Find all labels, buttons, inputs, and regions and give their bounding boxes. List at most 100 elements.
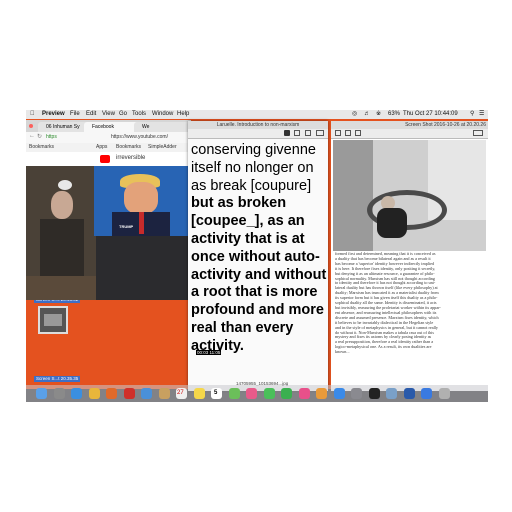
- window-title: Laruelle. Introduction to non-marxism: [188, 121, 328, 129]
- preview-icon[interactable]: [386, 388, 397, 399]
- zoom-out-icon[interactable]: [345, 130, 351, 136]
- bookmark-apps[interactable]: Apps: [96, 143, 107, 152]
- menu-view[interactable]: View: [102, 110, 115, 119]
- crowd: [26, 276, 96, 300]
- text-line: itself no nlonger on: [191, 159, 314, 176]
- maps-icon[interactable]: [228, 388, 240, 399]
- dock: 27 5: [26, 385, 488, 402]
- menu-go[interactable]: Go: [119, 110, 127, 119]
- suit: [40, 219, 84, 279]
- tab-facebook[interactable]: Facebook: [84, 122, 140, 132]
- launchpad-icon[interactable]: [53, 388, 65, 399]
- battery-percent[interactable]: 63%: [388, 110, 400, 119]
- volume-icon[interactable]: ♬: [364, 110, 370, 119]
- desktop-file-thumb-1[interactable]: [38, 306, 68, 334]
- text-line: activity that is at: [191, 230, 305, 247]
- youtube-search-input[interactable]: irreversible: [116, 155, 145, 161]
- word-icon[interactable]: [403, 388, 415, 399]
- youtube-header: irreversible: [26, 152, 191, 167]
- menu-file[interactable]: File: [70, 110, 80, 119]
- wifi-icon[interactable]: ◎: [352, 110, 357, 119]
- menu-window[interactable]: Window: [152, 110, 173, 119]
- calendar-icon[interactable]: 27: [176, 388, 187, 399]
- messages-icon[interactable]: [263, 388, 275, 399]
- video-player[interactable]: TRUMP: [26, 166, 191, 300]
- markup-icon[interactable]: [284, 130, 290, 136]
- staircase-photo: [333, 140, 486, 251]
- clock[interactable]: Thu Oct 27 10:44:09: [403, 110, 458, 119]
- tab-3[interactable]: We: [134, 122, 191, 132]
- menu-help[interactable]: Help: [177, 110, 189, 119]
- zoom-in-icon[interactable]: [355, 130, 361, 136]
- document-text: conserving givenne itself no nlonger on …: [191, 142, 327, 356]
- bookmark-item[interactable]: SimpleAdder: [148, 143, 177, 152]
- appstore-icon[interactable]: [333, 388, 345, 399]
- sidebar-icon[interactable]: [335, 130, 341, 136]
- firefox-icon[interactable]: [106, 388, 117, 399]
- tab-1[interactable]: 06 Inhuman Sy: [38, 122, 90, 132]
- bluetooth-icon[interactable]: ※: [376, 110, 381, 119]
- white-hair: [58, 180, 72, 190]
- trash-icon[interactable]: [438, 388, 450, 399]
- tab-label: We: [142, 124, 150, 130]
- speaker-face: [124, 182, 158, 214]
- url-left[interactable]: https: [46, 134, 57, 140]
- tab-bar: 06 Inhuman Sy Facebook We: [26, 120, 191, 132]
- search-icon[interactable]: [316, 130, 324, 136]
- photos-icon[interactable]: [246, 388, 257, 399]
- opera-icon[interactable]: [123, 388, 135, 399]
- rotate-icon[interactable]: [294, 130, 300, 136]
- wall-shadow: [333, 140, 373, 251]
- share-icon[interactable]: [305, 130, 311, 136]
- notes-icon[interactable]: [193, 388, 205, 399]
- apple-icon[interactable]: : [30, 110, 35, 119]
- menu-edit[interactable]: Edit: [86, 110, 96, 119]
- video-time-overlay: 00:03 11:05: [196, 350, 222, 355]
- tab-label: Facebook: [92, 124, 114, 130]
- mac-screen:  Preview File Edit View Go Tools Window…: [26, 110, 488, 402]
- badge-count: 5: [214, 390, 218, 396]
- refresh-icon[interactable]: ↻: [37, 133, 42, 140]
- calendar-day: 27: [177, 390, 184, 396]
- text-line: a root that is more: [191, 284, 318, 301]
- facetime-icon[interactable]: [281, 388, 292, 399]
- menu-tools[interactable]: Tools: [132, 110, 146, 119]
- preview-toolbar: [188, 129, 328, 139]
- close-window-icon[interactable]: [29, 124, 33, 128]
- window-title: Screen Shot 2016-10-26 at 20.20.26: [331, 121, 488, 129]
- window-toolbar: [331, 129, 488, 139]
- text-line: known...: [335, 349, 350, 355]
- text-line: but as broken: [191, 195, 287, 212]
- tab-label: 06 Inhuman Sy: [46, 124, 80, 130]
- youtube-logo-icon[interactable]: [100, 155, 110, 163]
- itunes-icon[interactable]: [298, 388, 310, 399]
- downloads-icon[interactable]: [421, 388, 432, 399]
- reminders-icon[interactable]: 5: [211, 388, 222, 399]
- contacts-icon[interactable]: [158, 388, 170, 399]
- screenshot-window: Screen Shot 2016-10-26 at 20.20.26 forme…: [331, 121, 488, 391]
- terminal-icon[interactable]: [368, 388, 380, 399]
- app-menu[interactable]: Preview: [42, 110, 65, 119]
- bookmark-item[interactable]: Bookmarks: [116, 143, 141, 152]
- finder-icon[interactable]: [36, 388, 47, 399]
- url-input[interactable]: https://www.youtube.com/: [111, 134, 168, 140]
- bookmark-item[interactable]: Bookmarks: [29, 143, 54, 152]
- desktop-file-label-2[interactable]: Screen S...t 20.35.35: [34, 376, 81, 382]
- prefs-icon[interactable]: [351, 388, 362, 399]
- notification-icon[interactable]: ☰: [479, 110, 484, 119]
- text-line: conserving givenne: [191, 142, 316, 158]
- bookmarks-bar: Bookmarks Apps Bookmarks SimpleAdder: [26, 143, 191, 152]
- spotlight-icon[interactable]: ⚲: [470, 110, 474, 119]
- person-body: [377, 208, 407, 238]
- mail-icon[interactable]: [141, 388, 152, 399]
- menu-bar:  Preview File Edit View Go Tools Window…: [26, 110, 488, 119]
- text-line: profound and more: [191, 302, 324, 319]
- text-line: real than every: [191, 319, 294, 336]
- search-icon[interactable]: [473, 130, 483, 136]
- safari-icon[interactable]: [71, 388, 82, 399]
- text-line: once without auto-: [191, 248, 320, 265]
- ibooks-icon[interactable]: [316, 388, 327, 399]
- red-tie: [139, 212, 144, 234]
- chrome-icon[interactable]: [88, 388, 100, 399]
- back-icon[interactable]: ←: [29, 133, 35, 139]
